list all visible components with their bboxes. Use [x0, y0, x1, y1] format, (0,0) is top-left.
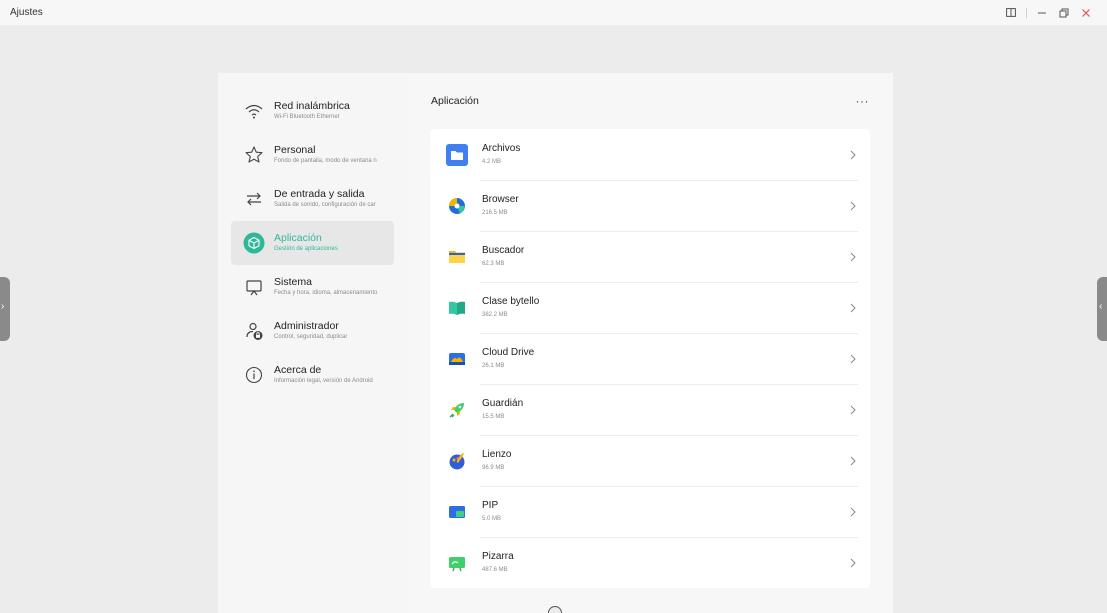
sidebar-item-title: Red inalámbrica	[274, 100, 350, 112]
app-size: 382.2 MB	[482, 312, 508, 318]
app-name: Archivos	[482, 143, 521, 154]
split-view-button[interactable]	[1002, 4, 1020, 22]
app-size: 5.0 MB	[482, 516, 502, 522]
chevron-right-icon	[848, 303, 858, 313]
app-name: Clase bytello	[482, 296, 540, 307]
app-size: 487.6 MB	[482, 567, 508, 573]
split-view-icon	[1006, 8, 1016, 17]
rocket-icon	[446, 399, 468, 421]
chevron-right-icon	[848, 507, 858, 517]
pip-icon	[446, 501, 468, 523]
restore-icon	[1059, 8, 1069, 17]
wifi-icon	[242, 99, 266, 123]
close-button[interactable]	[1077, 4, 1095, 22]
app-row-pip[interactable]: PIP 5.0 MB	[430, 486, 870, 537]
book-icon	[446, 297, 468, 319]
right-edge-handle[interactable]: ‹	[1097, 277, 1107, 341]
sidebar: Red inalámbrica Wi-Fi Bluetooth Ethernet…	[218, 73, 408, 613]
cube-icon	[242, 231, 266, 255]
restore-button[interactable]	[1055, 4, 1073, 22]
sidebar-item-title: De entrada y salida	[274, 188, 365, 200]
more-options-button[interactable]: ···	[856, 94, 870, 108]
title-bar: Ajustes	[0, 0, 1107, 25]
palette-icon	[446, 450, 468, 472]
content-area: Aplicación ··· Archivos 4.2 MB Browser 2…	[408, 73, 893, 613]
chevron-right-icon	[848, 252, 858, 262]
sidebar-item-subtitle: Salida de sonido, configuración de car	[274, 202, 376, 208]
sidebar-item-subtitle: Gestión de aplicaciones	[274, 246, 338, 252]
sidebar-item-application[interactable]: Aplicación Gestión de aplicaciones	[231, 221, 394, 265]
app-size: 4.2 MB	[482, 159, 502, 165]
app-row-archivos[interactable]: Archivos 4.2 MB	[430, 129, 870, 180]
app-name: Guardián	[482, 398, 524, 409]
content-header: Aplicación ···	[430, 73, 871, 129]
sidebar-item-subtitle: Información legal, versión de Android	[274, 378, 373, 384]
divider	[1026, 7, 1027, 18]
sidebar-item-title: Personal	[274, 144, 316, 156]
chevron-right-icon	[848, 354, 858, 364]
sidebar-item-system[interactable]: Sistema Fecha y hora, idioma, almacenami…	[231, 265, 394, 309]
sidebar-item-subtitle: Fondo de pantalla, modo de ventana n	[274, 158, 377, 164]
app-name: Buscador	[482, 245, 525, 256]
left-edge-handle[interactable]: ›	[0, 277, 10, 341]
whiteboard-icon	[446, 552, 468, 574]
minimize-icon	[1038, 12, 1046, 13]
chevron-right-icon: ›	[1, 301, 5, 312]
finder-folder-icon	[446, 246, 468, 268]
chevron-right-icon	[848, 558, 858, 568]
app-size: 15.5 MB	[482, 414, 505, 420]
window-controls	[1002, 0, 1095, 25]
bottom-handle-icon[interactable]	[548, 606, 562, 613]
app-size: 96.9 MB	[482, 465, 505, 471]
window-title: Ajustes	[10, 7, 43, 18]
close-icon	[1082, 8, 1090, 17]
chevron-right-icon	[848, 150, 858, 160]
cloud-drive-icon	[446, 348, 468, 370]
browser-icon	[446, 195, 468, 217]
sidebar-item-personal[interactable]: Personal Fondo de pantalla, modo de vent…	[231, 133, 394, 177]
app-size: 62.3 MB	[482, 261, 505, 267]
app-name: Lienzo	[482, 449, 512, 460]
sidebar-item-subtitle: Wi-Fi Bluetooth Ethernet	[274, 114, 340, 120]
sidebar-item-subtitle: Control, seguridad, duplicar	[274, 334, 348, 340]
app-row-clase-bytello[interactable]: Clase bytello 382.2 MB	[430, 282, 870, 333]
folder-icon	[446, 143, 468, 166]
sidebar-item-title: Aplicación	[274, 232, 322, 244]
app-name: PIP	[482, 500, 499, 511]
app-name: Cloud Drive	[482, 347, 535, 358]
chevron-right-icon	[848, 201, 858, 211]
app-size: 26.1 MB	[482, 363, 505, 369]
sidebar-item-title: Administrador	[274, 320, 339, 332]
chevron-left-icon: ‹	[1099, 301, 1103, 312]
app-name: Browser	[482, 194, 519, 205]
admin-lock-icon	[242, 319, 266, 343]
app-row-buscador[interactable]: Buscador 62.3 MB	[430, 231, 870, 282]
settings-panel: Red inalámbrica Wi-Fi Bluetooth Ethernet…	[218, 73, 893, 613]
sidebar-item-wireless[interactable]: Red inalámbrica Wi-Fi Bluetooth Ethernet	[231, 89, 394, 133]
sidebar-item-title: Sistema	[274, 276, 312, 288]
app-row-lienzo[interactable]: Lienzo 96.9 MB	[430, 435, 870, 486]
app-row-guardian[interactable]: Guardián 15.5 MB	[430, 384, 870, 435]
star-icon	[242, 143, 266, 167]
app-name: Pizarra	[482, 551, 514, 562]
app-size: 216.5 MB	[482, 210, 508, 216]
minimize-button[interactable]	[1033, 4, 1051, 22]
sidebar-item-subtitle: Fecha y hora, idioma, almacenamiento	[274, 290, 378, 296]
chevron-right-icon	[848, 405, 858, 415]
sidebar-item-about[interactable]: Acerca de Información legal, versión de …	[231, 353, 394, 397]
sidebar-item-administrator[interactable]: Administrador Control, seguridad, duplic…	[231, 309, 394, 353]
info-icon	[242, 363, 266, 387]
monitor-icon	[242, 275, 266, 299]
sidebar-item-title: Acerca de	[274, 364, 322, 376]
app-list: Archivos 4.2 MB Browser 216.5 MB Buscado…	[430, 129, 870, 588]
sidebar-item-input-output[interactable]: De entrada y salida Salida de sonido, co…	[231, 177, 394, 221]
app-row-browser[interactable]: Browser 216.5 MB	[430, 180, 870, 231]
app-row-pizarra[interactable]: Pizarra 487.6 MB	[430, 537, 870, 588]
swap-arrows-icon	[242, 187, 266, 211]
app-row-cloud-drive[interactable]: Cloud Drive 26.1 MB	[430, 333, 870, 384]
chevron-right-icon	[848, 456, 858, 466]
page-title: Aplicación	[431, 95, 479, 107]
